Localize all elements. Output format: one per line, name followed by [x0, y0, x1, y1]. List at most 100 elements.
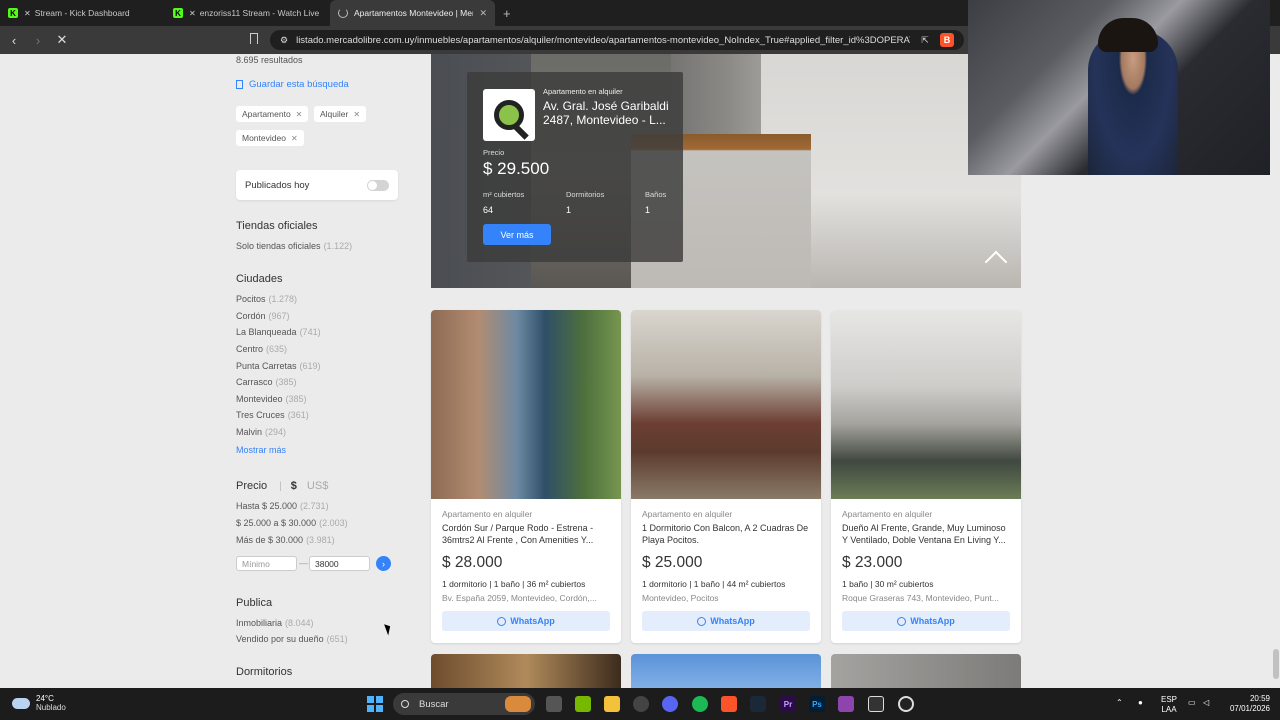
filter-city[interactable]: Cordón (967): [236, 311, 290, 321]
filter-publisher[interactable]: Inmobiliaria (8.044): [236, 618, 314, 628]
hero-attr-label: Baños: [645, 190, 667, 199]
apply-price-button[interactable]: ›: [376, 556, 391, 571]
listing-location: Montevideo, Pocitos: [642, 593, 719, 603]
listing-price: $ 23.000: [842, 554, 903, 571]
tab-kick-dashboard[interactable]: K ✕ Stream - Kick Dashboard: [0, 0, 165, 26]
whatsapp-button[interactable]: WhatsApp: [442, 611, 610, 631]
filter-price[interactable]: $ 25.000 a $ 30.000 (2.003): [236, 518, 348, 528]
weather-widget[interactable]: 24°C Nublado: [12, 694, 66, 713]
remove-chip-icon[interactable]: ✕: [296, 110, 303, 119]
task-view-icon[interactable]: [546, 696, 562, 712]
filter-chip-montevideo[interactable]: Montevideo ✕: [236, 130, 304, 146]
close-tab-icon[interactable]: ✕: [479, 8, 487, 19]
listing-card[interactable]: Apartamento en alquiler 1 Dormitorio Con…: [631, 310, 821, 643]
filter-city[interactable]: La Blanqueada (741): [236, 327, 321, 337]
max-price-input[interactable]: 38000: [309, 556, 370, 571]
photoshop-icon[interactable]: Ps: [809, 696, 825, 712]
listing-price: $ 28.000: [442, 554, 503, 571]
settings-icon[interactable]: [898, 696, 914, 712]
premiere-icon[interactable]: Pr: [780, 696, 796, 712]
listing-card-partial[interactable]: [631, 654, 821, 688]
currency-pesos-toggle[interactable]: $: [291, 480, 297, 492]
microphone-icon[interactable]: ●: [1138, 698, 1143, 707]
chevron-up-icon[interactable]: ⌃: [1116, 698, 1123, 707]
listing-card[interactable]: Apartamento en alquiler Cordón Sur / Par…: [431, 310, 621, 643]
listing-card-partial[interactable]: [831, 654, 1021, 688]
back-icon[interactable]: ‹: [4, 30, 24, 50]
featured-listing-banner[interactable]: Apartamento en alquiler Av. Gral. José G…: [431, 54, 1021, 288]
filter-publisher[interactable]: Vendido por su dueño (651): [236, 634, 348, 644]
weather-condition: Nublado: [36, 703, 66, 712]
nvidia-icon[interactable]: [575, 696, 591, 712]
steam-icon[interactable]: [750, 696, 766, 712]
filter-price[interactable]: Más de $ 30.000 (3.981): [236, 535, 335, 545]
listing-card[interactable]: Apartamento en alquiler Dueño Al Frente,…: [831, 310, 1021, 643]
listing-type: Apartamento en alquiler: [642, 509, 733, 519]
filter-city[interactable]: Tres Cruces (361): [236, 410, 309, 420]
remove-chip-icon[interactable]: ✕: [353, 110, 360, 119]
show-more-cities-link[interactable]: Mostrar más: [236, 445, 286, 455]
listing-card-partial[interactable]: [431, 654, 621, 688]
tab-kick-stream[interactable]: K ✕ enzoriss11 Stream - Watch Live: [165, 0, 330, 26]
network-icon[interactable]: ▭: [1188, 698, 1196, 707]
price-title: Precio: [236, 480, 268, 492]
min-price-input[interactable]: Mínimo: [236, 556, 297, 571]
whatsapp-button[interactable]: WhatsApp: [642, 611, 810, 631]
filter-count: (361): [287, 410, 309, 420]
language-indicator[interactable]: ESP LAA: [1161, 695, 1177, 715]
tab-mercadolibre[interactable]: Apartamentos Montevideo | Mercado ✕: [330, 0, 495, 26]
remove-chip-icon[interactable]: ✕: [291, 134, 298, 143]
filter-city[interactable]: Centro (635): [236, 344, 287, 354]
listing-photo[interactable]: [831, 310, 1021, 499]
app-icon[interactable]: [838, 696, 854, 712]
obs-icon[interactable]: [633, 696, 649, 712]
capcut-icon[interactable]: [868, 696, 884, 712]
published-today-toggle[interactable]: [367, 179, 389, 191]
filter-city[interactable]: Carrasco (385): [236, 377, 297, 387]
filter-price[interactable]: Hasta $ 25.000 (2.731): [236, 501, 329, 511]
taskbar-search[interactable]: Buscar: [393, 693, 535, 715]
clock-date: 07/01/2026: [1229, 704, 1270, 713]
filter-official-stores[interactable]: Solo tiendas oficiales (1.122): [236, 241, 352, 251]
filter-chip-apartamento[interactable]: Apartamento ✕: [236, 106, 309, 122]
scrollbar-thumb[interactable]: [1273, 649, 1279, 679]
published-today-filter[interactable]: Publicados hoy: [236, 170, 398, 200]
spotify-icon[interactable]: [692, 696, 708, 712]
hero-attr-label: m² cubiertos: [483, 190, 525, 199]
listing-photo[interactable]: [431, 310, 621, 499]
page-scrollbar[interactable]: [1272, 54, 1280, 688]
ver-mas-button[interactable]: Ver más: [483, 224, 551, 245]
listing-title[interactable]: 1 Dormitorio Con Balcon, A 2 Cuadras De …: [642, 522, 810, 546]
tab-title: Apartamentos Montevideo | Mercado: [354, 8, 474, 18]
save-search-link[interactable]: Guardar esta búsqueda: [236, 79, 349, 90]
file-explorer-icon[interactable]: [604, 696, 620, 712]
filter-city[interactable]: Pocitos (1.278): [236, 294, 297, 304]
forward-icon[interactable]: ›: [28, 30, 48, 50]
filter-label: Punta Carretas: [236, 361, 297, 371]
mute-icon[interactable]: ✕: [24, 9, 31, 18]
filter-city[interactable]: Montevideo (385): [236, 394, 307, 404]
brave-shields-icon[interactable]: B: [940, 33, 954, 47]
filter-chip-alquiler[interactable]: Alquiler ✕: [314, 106, 367, 122]
bookmark-icon: [236, 80, 243, 89]
address-bar[interactable]: ⚙ listado.mercadolibre.com.uy/inmuebles/…: [270, 30, 964, 50]
system-clock[interactable]: 20:59 07/01/2026: [1222, 694, 1270, 714]
listing-title[interactable]: Dueño Al Frente, Grande, Muy Luminoso Y …: [842, 522, 1010, 546]
whatsapp-button[interactable]: WhatsApp: [842, 611, 1010, 631]
discord-icon[interactable]: [662, 696, 678, 712]
volume-icon[interactable]: ◁: [1203, 698, 1209, 707]
currency-usd-toggle[interactable]: US$: [307, 480, 328, 492]
filter-label: La Blanqueada: [236, 327, 297, 337]
stop-loading-icon[interactable]: ✕: [52, 30, 72, 50]
bookmark-icon[interactable]: [250, 33, 258, 44]
filter-city[interactable]: Malvin (294): [236, 427, 286, 437]
share-icon[interactable]: ⇱: [918, 33, 932, 47]
mute-icon[interactable]: ✕: [189, 9, 196, 18]
filter-city[interactable]: Punta Carretas (619): [236, 361, 321, 371]
site-settings-icon[interactable]: ⚙: [280, 35, 288, 46]
new-tab-button[interactable]: +: [495, 0, 519, 26]
listing-title[interactable]: Cordón Sur / Parque Rodo - Estrena - 36m…: [442, 522, 610, 546]
windows-start-icon[interactable]: [367, 696, 383, 712]
brave-icon[interactable]: [721, 696, 737, 712]
listing-photo[interactable]: [631, 310, 821, 499]
